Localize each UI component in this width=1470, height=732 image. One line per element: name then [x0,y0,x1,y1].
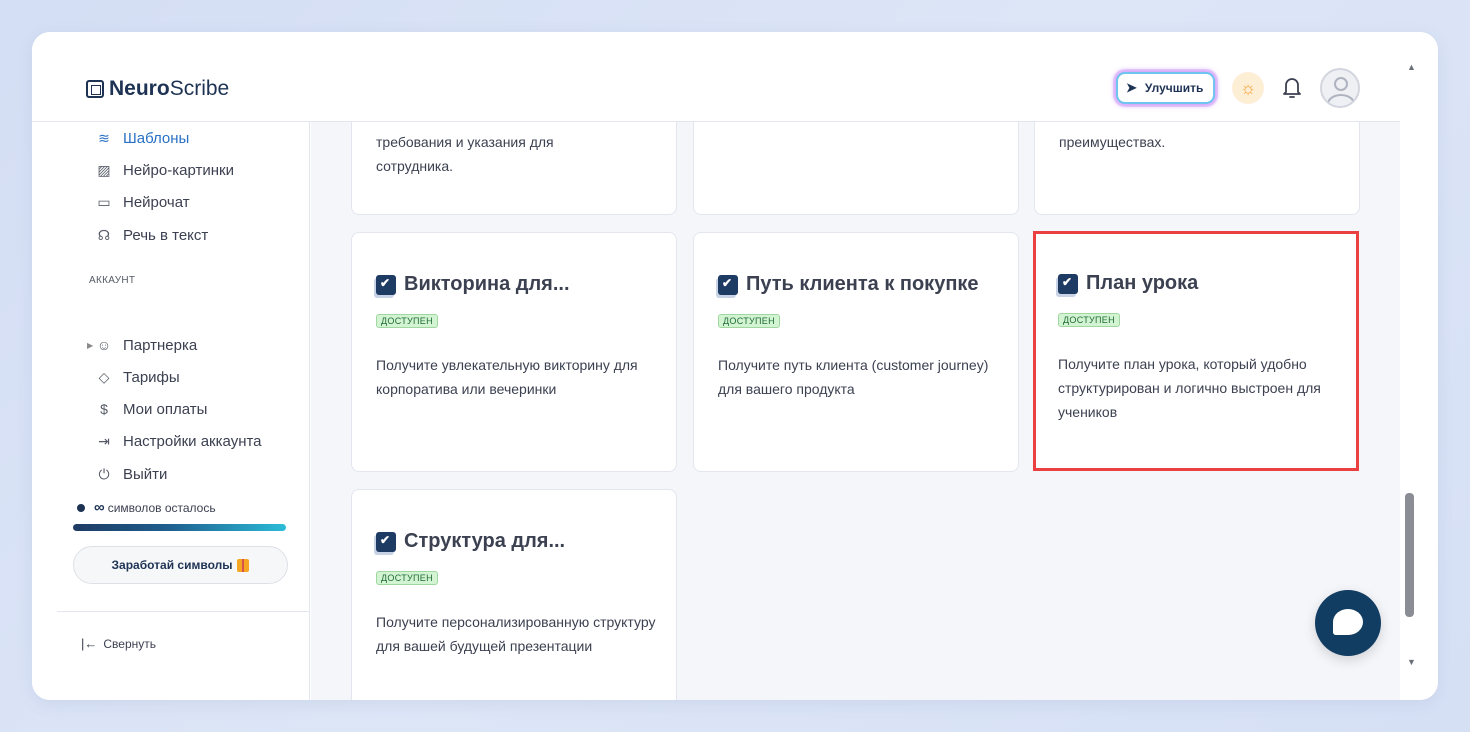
card-description: преимуществах. [1059,134,1166,150]
sidebar-item-label: Мои оплаты [123,400,208,418]
template-card-presentation-structure[interactable]: Структура для... ДОСТУПЕН Получите персо… [351,489,677,700]
sidebar-item-account-settings[interactable]: ⇥ Настройки аккаунта [96,430,262,452]
symbols-label: символов осталось [107,500,216,515]
symbols-progress-bar [73,524,286,531]
template-card[interactable] [693,122,1019,215]
top-header: Neuro Scribe ➤ Улучшить ☼ [32,32,1400,122]
dollar-icon: $ [100,401,108,417]
scroll-up-icon[interactable]: ▲ [1407,62,1416,72]
login-icon: ⇥ [98,432,110,449]
logo-rest: Scribe [169,77,230,100]
sidebar-item-speech-to-text[interactable]: ☊ Речь в текст [96,224,209,246]
upgrade-label: Улучшить [1144,81,1204,95]
status-badge: ДОСТУПЕН [376,571,438,585]
card-title: Викторина для... [376,273,570,296]
caret-right-icon[interactable]: ▶ [87,341,93,350]
status-dot [77,503,85,512]
section-label-account: АККАУНТ [89,275,136,286]
logo-icon [86,80,104,98]
sidebar-item-label: Выйти [123,465,168,483]
checklist-icon [718,274,738,295]
sidebar-item-neurochat[interactable]: ▭ Нейрочат [96,191,190,213]
logo[interactable]: Neuro Scribe [86,77,229,101]
card-title: Путь клиента к покупке [718,273,979,296]
image-icon: ▨ [97,161,111,178]
earn-symbols-label: Заработай символы [111,558,233,572]
checklist-icon [1058,273,1078,294]
templates-grid: требования и указания для сотрудника. пр… [311,122,1400,700]
gift-icon [237,558,250,572]
sidebar-item-payments[interactable]: $ Мои оплаты [96,398,207,420]
card-description: Получите путь клиента (customer journey)… [718,357,989,397]
chat-icon: ▭ [97,193,111,210]
sidebar-item-templates[interactable]: ≋ Шаблоны [96,127,189,149]
checklist-icon [376,531,396,552]
bell-icon[interactable] [1280,74,1304,102]
template-card-lesson-plan[interactable]: План урока ДОСТУПЕН Получите план урока,… [1033,231,1359,471]
card-description: Получите персонализированную структуру д… [376,614,656,654]
status-badge: ДОСТУПЕН [718,314,780,328]
sidebar-item-label: Настройки аккаунта [123,432,262,450]
sidebar-item-label: Шаблоны [123,129,190,147]
card-description: Получите увлекательную викторину для кор… [376,357,638,397]
scrollbar-thumb[interactable] [1405,493,1414,617]
earn-symbols-button[interactable]: Заработай символы [73,546,288,584]
avatar[interactable] [1320,68,1360,108]
card-title: Структура для... [376,530,565,553]
sidebar-item-label: Партнерка [123,336,198,354]
symbols-remaining: ∞ символов осталось [77,499,216,516]
sidebar-item-label: Тарифы [123,368,180,386]
sidebar-divider [57,611,310,612]
power-icon: ⏻ [98,465,110,482]
headphones-icon: ☊ [97,226,111,243]
sidebar-item-label: Нейрочат [123,193,190,211]
checklist-icon [376,274,396,295]
status-badge: ДОСТУПЕН [1058,313,1120,327]
rocket-icon: ➤ [1126,80,1137,95]
status-badge: ДОСТУПЕН [376,314,438,328]
sidebar-item-label: Речь в текст [123,226,209,244]
template-card-quiz[interactable]: Викторина для... ДОСТУПЕН Получите увлек… [351,232,677,472]
symbols-value: ∞ [94,499,105,516]
upgrade-button[interactable]: ➤ Улучшить [1116,72,1216,104]
template-card[interactable]: преимуществах. [1034,122,1360,215]
app-window: Neuro Scribe ➤ Улучшить ☼ ≋ Шаблоны ▨ Ней… [32,32,1438,700]
tag-icon: ◇ [98,368,110,385]
sidebar-item-logout[interactable]: ⏻ Выйти [96,463,167,485]
card-description: Получите план урока, который удобно стру… [1058,356,1321,420]
chat-support-icon[interactable] [1315,590,1381,656]
card-title: План урока [1058,272,1198,295]
logo-bold: Neuro [109,77,170,100]
template-card[interactable]: требования и указания для сотрудника. [351,122,677,215]
scroll-down-icon[interactable]: ▼ [1407,657,1416,667]
collapse-left-icon: |← [81,636,98,651]
users-icon: ☺ [96,337,112,353]
sidebar-item-neuro-images[interactable]: ▨ Нейро-картинки [96,159,234,181]
template-card-customer-journey[interactable]: Путь клиента к покупке ДОСТУПЕН Получите… [693,232,1019,472]
theme-toggle-sun-icon[interactable]: ☼ [1232,72,1264,104]
sidebar-item-partners[interactable]: ▶ ☺ Партнерка [87,334,198,356]
layers-icon: ≋ [98,129,110,146]
collapse-label: Свернуть [103,636,157,651]
sidebar-item-label: Нейро-картинки [123,161,234,179]
sidebar-item-tariffs[interactable]: ◇ Тарифы [96,366,180,388]
card-description: требования и указания для сотрудника. [376,134,554,174]
sidebar: ≋ Шаблоны ▨ Нейро-картинки ▭ Нейрочат ☊ … [32,122,310,700]
collapse-sidebar-button[interactable]: |← Свернуть [81,636,156,651]
